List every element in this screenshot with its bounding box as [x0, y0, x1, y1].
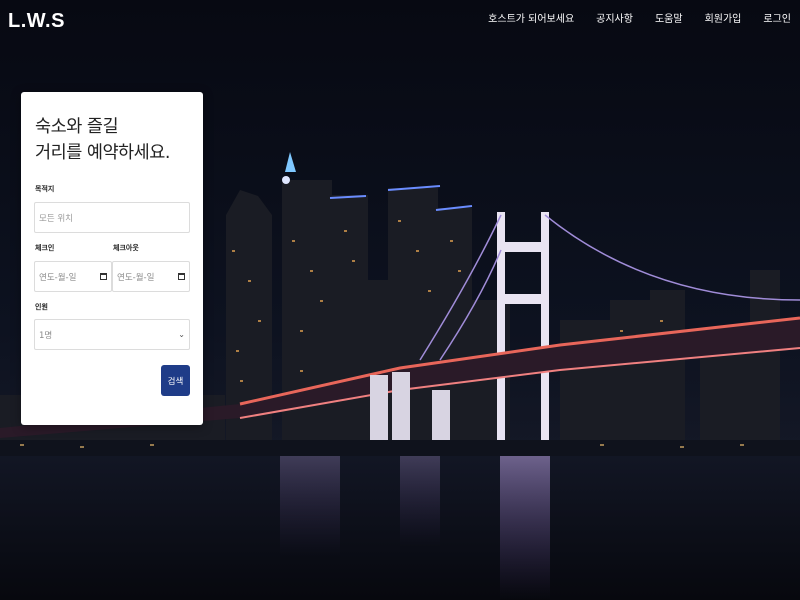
checkin-date-input[interactable]: 연도-월-일: [34, 261, 112, 292]
checkout-value: 연도-월-일: [117, 272, 155, 283]
title-line-1: 숙소와 즐길: [35, 117, 119, 137]
destination-label: 목적지: [35, 185, 55, 193]
nav-become-host[interactable]: 호스트가 되어보세요: [488, 10, 574, 25]
guests-label: 인원: [35, 303, 48, 311]
nav-menu: 호스트가 되어보세요 공지사항 도움말 회원가입 로그인: [488, 10, 791, 25]
guests-value: 1명: [39, 330, 53, 341]
checkin-label: 체크인: [35, 244, 55, 252]
title-line-2: 거리를 예약하세요.: [35, 143, 170, 163]
brand-logo[interactable]: L.W.S: [8, 10, 65, 33]
checkout-date-input[interactable]: 연도-월-일: [112, 261, 190, 292]
checkin-value: 연도-월-일: [39, 272, 77, 283]
checkout-label: 체크아웃: [113, 244, 139, 252]
guests-select[interactable]: 1명 ⌄: [34, 319, 190, 350]
nav-help[interactable]: 도움말: [655, 10, 683, 25]
top-navigation: L.W.S 호스트가 되어보세요 공지사항 도움말 회원가입 로그인: [0, 0, 800, 44]
nav-login[interactable]: 로그인: [763, 10, 791, 25]
search-card: 숙소와 즐길 거리를 예약하세요. 목적지 모든 위치 체크인 체크아웃 연도-…: [21, 92, 203, 425]
nav-notices[interactable]: 공지사항: [596, 10, 633, 25]
search-card-title: 숙소와 즐길 거리를 예약하세요.: [35, 114, 200, 166]
calendar-icon[interactable]: [100, 273, 107, 280]
nav-signup[interactable]: 회원가입: [705, 10, 742, 25]
search-button[interactable]: 검색: [161, 365, 190, 396]
chevron-down-icon: ⌄: [178, 330, 185, 339]
calendar-icon[interactable]: [178, 273, 185, 280]
destination-placeholder: 모든 위치: [39, 213, 73, 224]
destination-input[interactable]: 모든 위치: [34, 202, 190, 233]
